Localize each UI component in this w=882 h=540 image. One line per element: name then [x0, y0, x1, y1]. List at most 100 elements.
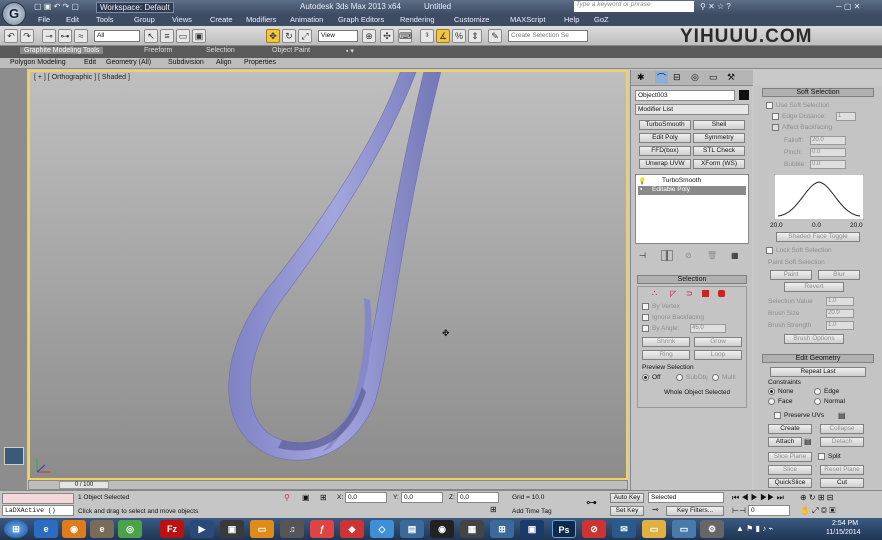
paint-button[interactable]: Paint [770, 270, 812, 280]
bubble-spinner[interactable]: 0.0 [810, 160, 846, 169]
lock-selection-icon[interactable]: ⚲ [284, 493, 290, 502]
photoshop-icon[interactable]: Ps [552, 520, 576, 538]
by-vertex-checkbox[interactable] [642, 303, 649, 310]
sound-icon[interactable]: ♫ [280, 520, 304, 538]
symmetry-button[interactable]: Symmetry [693, 133, 745, 143]
unlink-icon[interactable]: ⊶ [58, 29, 72, 43]
menu-goz[interactable]: GoZ [594, 15, 609, 24]
menu-customize[interactable]: Customize [454, 15, 489, 24]
blur-button[interactable]: Blur [818, 270, 860, 280]
collapse-button[interactable]: Collapse [820, 424, 864, 434]
internet-explorer-icon[interactable]: e [34, 520, 58, 538]
pin-stack-icon[interactable]: ⊣ [639, 251, 646, 260]
chrome-icon[interactable]: ◎ [118, 520, 142, 538]
split-checkbox[interactable] [818, 453, 825, 460]
panel-geometry-all[interactable]: Geometry (All) [106, 59, 151, 66]
element-mode-icon[interactable] [718, 290, 725, 297]
create-button[interactable]: Create [768, 424, 812, 434]
remove-modifier-icon[interactable]: 🗑 [707, 251, 717, 260]
link-icon[interactable]: ⊸ [42, 29, 56, 43]
modify-tab-icon[interactable]: ⌒ [655, 71, 669, 84]
dropbox-icon[interactable]: ◇ [370, 520, 394, 538]
time-tag-icon[interactable]: ⊞ [490, 505, 497, 514]
selection-filter-dropdown[interactable]: All [94, 30, 140, 42]
menu-file[interactable]: File [38, 15, 50, 24]
mail-icon[interactable]: ✉ [612, 520, 636, 538]
key-filters-button[interactable]: Key Filters... [666, 506, 724, 516]
stack-item-editable-poly[interactable]: ▪ Editable Poly [638, 186, 746, 195]
modifier-list-dropdown[interactable]: Modifier List [635, 104, 749, 115]
time-slider[interactable]: 0 / 100 [28, 480, 628, 490]
loop-button[interactable]: Loop [694, 350, 742, 360]
display-tab-icon[interactable]: ▭ [709, 72, 718, 83]
soft-selection-rollout-header[interactable]: Soft Selection [762, 88, 874, 97]
filezilla-icon[interactable]: Fz [160, 520, 184, 538]
folder-icon[interactable]: ▭ [250, 520, 274, 538]
slice-plane-button[interactable]: Slice Plane [768, 452, 812, 462]
panel-properties[interactable]: Properties [244, 59, 276, 66]
grow-button[interactable]: Grow [694, 337, 742, 347]
preserve-uvs-checkbox[interactable] [774, 412, 781, 419]
key-mode-icon[interactable]: ⊸ [652, 505, 659, 514]
edit-geometry-rollout-header[interactable]: Edit Geometry [762, 354, 874, 363]
quickslice-button[interactable]: QuickSlice [768, 478, 812, 488]
red-app-icon[interactable]: ◆ [340, 520, 364, 538]
configure-sets-icon[interactable]: ▦ [731, 251, 739, 260]
key-mode-dropdown[interactable]: Selected [648, 492, 724, 503]
ribbon-options-icon[interactable]: ▪ ▾ [346, 47, 354, 55]
constraint-face-radio[interactable] [768, 398, 775, 405]
preview-subobj-radio[interactable] [676, 374, 683, 381]
pivot-center-icon[interactable]: ⊕ [362, 29, 376, 43]
stl-check-button[interactable]: STL Check [693, 146, 745, 156]
menu-graph-editors[interactable]: Graph Editors [338, 15, 384, 24]
menu-modifiers[interactable]: Modifiers [246, 15, 276, 24]
quick-access-icons[interactable]: ▢ ▣ ↶ ↷ ▢ [34, 2, 79, 11]
show-end-result-icon[interactable]: ║ [661, 250, 673, 261]
select-by-name-icon[interactable]: ≡ [160, 29, 174, 43]
ie-icon[interactable]: e [90, 520, 114, 538]
repeat-last-button[interactable]: Repeat Last [770, 367, 866, 377]
snap-toggle-icon[interactable]: ³ [420, 29, 434, 43]
y-coord-field[interactable]: 0.0 [401, 492, 443, 503]
tab-freeform[interactable]: Freeform [144, 47, 172, 54]
tab-object-paint[interactable]: Object Paint [272, 47, 310, 54]
workspace-dropdown[interactable]: Workspace: Default [96, 2, 174, 13]
vmware-icon[interactable]: ▣ [520, 520, 544, 538]
key-icon[interactable]: ⊶ [586, 496, 597, 509]
detach-button[interactable]: Detach [820, 437, 864, 447]
firefox-icon[interactable]: ◉ [62, 520, 86, 538]
preserve-uvs-settings-icon[interactable]: ▤ [838, 411, 846, 420]
clock-time[interactable]: 2:54 PM [832, 520, 858, 527]
security-icon[interactable]: ⊘ [582, 520, 606, 538]
select-object-icon[interactable]: ↖ [144, 29, 158, 43]
ffd-box-button[interactable]: FFD(box) [639, 146, 691, 156]
vertex-mode-icon[interactable]: ∴ [652, 289, 657, 298]
edit-poly-button[interactable]: Edit Poly [639, 133, 691, 143]
pinch-spinner[interactable]: 0.0 [810, 148, 846, 157]
auto-key-button[interactable]: Auto Key [610, 493, 644, 503]
playback-controls[interactable]: ⏮ ◀ ▶ ▶▶ ⏭ [732, 493, 784, 503]
menu-group[interactable]: Group [134, 15, 155, 24]
window-crossing-icon[interactable]: ▣ [192, 29, 206, 43]
edge-mode-icon[interactable]: ◸ [670, 289, 676, 298]
make-unique-icon[interactable]: ⊘ [685, 251, 692, 260]
panel-polygon-modeling[interactable]: Polygon Modeling [10, 59, 66, 66]
menu-animation[interactable]: Animation [290, 15, 323, 24]
falloff-spinner[interactable]: 20.0 [810, 136, 846, 145]
ribbon-loop-object[interactable] [30, 72, 626, 478]
maxscript-input[interactable]: LaDXActive () [2, 505, 74, 516]
reset-plane-button[interactable]: Reset Plane [820, 465, 864, 475]
clock-date[interactable]: 11/15/2014 [826, 529, 861, 536]
viewport-nav-icons-bottom[interactable]: ✋ ⤢ ◎ ▣ [800, 506, 835, 516]
menu-edit[interactable]: Edit [66, 15, 79, 24]
media-player-icon[interactable]: ▣ [220, 520, 244, 538]
help-icons[interactable]: ⚲ ✕ ☆ ? [700, 2, 731, 11]
menu-views[interactable]: Views [172, 15, 192, 24]
cut-button[interactable]: Cut [820, 478, 864, 488]
xform-ws-button[interactable]: XForm (WS) [693, 159, 745, 169]
expand-icon[interactable]: ▪ [640, 186, 642, 193]
maxscript-listener-field[interactable] [2, 493, 74, 504]
viewport-nav-icons-top[interactable]: ⊕ ↻ ⊞ ⊟ [800, 493, 833, 502]
gear-icon[interactable]: ⚙ [700, 520, 724, 538]
brush-size-spinner[interactable]: 20.0 [826, 309, 854, 318]
